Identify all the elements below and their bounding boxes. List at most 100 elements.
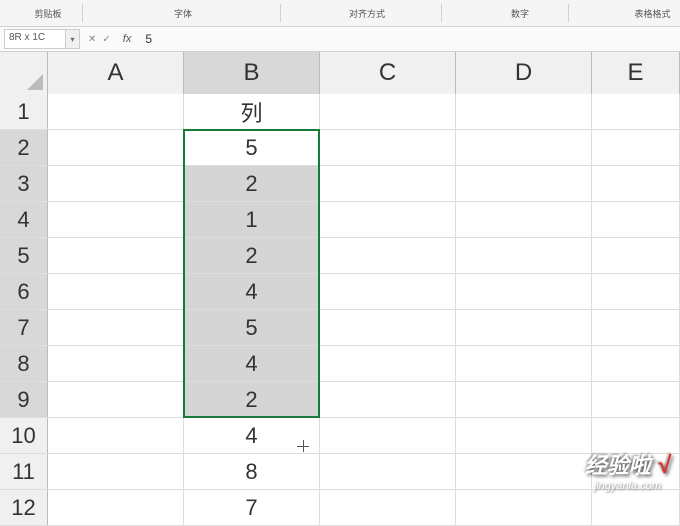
cell[interactable]: 2 [184, 238, 320, 273]
cell[interactable] [592, 94, 680, 129]
cell[interactable] [320, 310, 456, 345]
cell[interactable] [320, 202, 456, 237]
row-header[interactable]: 6 [0, 274, 48, 309]
cell[interactable] [320, 166, 456, 201]
cell[interactable] [456, 94, 592, 129]
table-row: 10 4 [0, 418, 680, 454]
cell[interactable]: 4 [184, 346, 320, 381]
table-row: 64 [0, 274, 680, 310]
row-header[interactable]: 9 [0, 382, 48, 417]
column-header-E[interactable]: E [592, 52, 680, 94]
cell[interactable]: 1 [184, 202, 320, 237]
ribbon-group-number[interactable]: 数字 [495, 0, 545, 27]
row-header[interactable]: 5 [0, 238, 48, 273]
cell[interactable] [48, 454, 184, 489]
confirm-icon[interactable]: ✓ [102, 34, 110, 45]
column-header-C[interactable]: C [320, 52, 456, 94]
cell[interactable]: 5 [184, 130, 320, 165]
cell[interactable] [592, 238, 680, 273]
ribbon-separator [82, 4, 83, 22]
cell[interactable] [320, 130, 456, 165]
cell[interactable]: 2 [184, 166, 320, 201]
cell[interactable] [320, 346, 456, 381]
cell[interactable] [48, 490, 184, 525]
row-header[interactable]: 10 [0, 418, 48, 453]
column-header-B[interactable]: B [184, 52, 320, 94]
cell[interactable] [48, 274, 184, 309]
cell[interactable] [320, 382, 456, 417]
cell[interactable] [592, 490, 680, 525]
cell[interactable] [48, 310, 184, 345]
cancel-icon[interactable]: ✕ [88, 34, 96, 45]
ribbon-group-format[interactable]: 表格格式 [625, 0, 680, 27]
cell[interactable] [48, 418, 184, 453]
cell[interactable] [320, 238, 456, 273]
namebox-dropdown-icon[interactable]: ▾ [66, 29, 80, 49]
cell[interactable] [592, 202, 680, 237]
cell[interactable]: 7 [184, 490, 320, 525]
row-header[interactable]: 11 [0, 454, 48, 489]
cell[interactable] [320, 274, 456, 309]
cell[interactable]: 8 [184, 454, 320, 489]
ribbon-font-label: 字体 [174, 7, 192, 20]
cell[interactable] [456, 202, 592, 237]
cell[interactable] [592, 346, 680, 381]
ribbon-alignment-label: 对齐方式 [349, 7, 385, 20]
cell[interactable] [592, 382, 680, 417]
ribbon-group-font[interactable]: 字体 [158, 0, 208, 27]
table-row: 32 [0, 166, 680, 202]
cell[interactable]: 2 [184, 382, 320, 417]
fx-icon[interactable]: fx [123, 33, 132, 45]
cell[interactable] [48, 202, 184, 237]
row-header[interactable]: 4 [0, 202, 48, 237]
ribbon-format-label: 表格格式 [634, 7, 670, 20]
column-header-D[interactable]: D [456, 52, 592, 94]
cell[interactable]: 4 [184, 274, 320, 309]
cell[interactable] [320, 454, 456, 489]
cell[interactable] [592, 130, 680, 165]
cell[interactable] [320, 418, 456, 453]
cell[interactable] [456, 274, 592, 309]
cell[interactable] [456, 310, 592, 345]
cell[interactable] [592, 310, 680, 345]
cell[interactable] [48, 382, 184, 417]
select-all-button[interactable] [0, 52, 48, 94]
cell[interactable] [456, 166, 592, 201]
row-header[interactable]: 8 [0, 346, 48, 381]
cell[interactable]: 5 [184, 310, 320, 345]
cell[interactable]: 4 [184, 418, 320, 453]
spreadsheet-grid: A B C D E 1列2532415264758492104118127 [0, 52, 680, 510]
row-header[interactable]: 12 [0, 490, 48, 525]
ribbon-bar: 剪贴板 字体 对齐方式 数字 表格格式 [0, 0, 680, 27]
ribbon-group-clipboard[interactable]: 剪贴板 [28, 0, 68, 27]
name-box[interactable]: 8R x 1C [4, 29, 66, 49]
cell[interactable] [48, 238, 184, 273]
cell[interactable] [456, 454, 592, 489]
cell[interactable] [320, 490, 456, 525]
ribbon-group-alignment[interactable]: 对齐方式 [342, 0, 392, 27]
cell[interactable] [456, 238, 592, 273]
cell[interactable] [48, 130, 184, 165]
cell[interactable]: 列 [184, 94, 320, 129]
cell[interactable] [456, 346, 592, 381]
cell[interactable] [592, 166, 680, 201]
row-header[interactable]: 3 [0, 166, 48, 201]
cell[interactable] [320, 94, 456, 129]
cell[interactable] [456, 382, 592, 417]
column-header-A[interactable]: A [48, 52, 184, 94]
cell[interactable] [456, 130, 592, 165]
cell[interactable] [48, 166, 184, 201]
row-header[interactable]: 2 [0, 130, 48, 165]
cell[interactable] [456, 490, 592, 525]
check-icon: √ [657, 452, 670, 479]
cell[interactable] [48, 346, 184, 381]
ribbon-number-label: 数字 [511, 7, 529, 20]
row-header[interactable]: 7 [0, 310, 48, 345]
cell[interactable] [48, 94, 184, 129]
cell[interactable] [456, 418, 592, 453]
watermark-url: jingyanla.com [585, 480, 670, 492]
formula-input[interactable] [139, 29, 680, 49]
row-header[interactable]: 1 [0, 94, 48, 129]
formula-bar: 8R x 1C ▾ ✕ ✓ fx [0, 27, 680, 52]
cell[interactable] [592, 274, 680, 309]
